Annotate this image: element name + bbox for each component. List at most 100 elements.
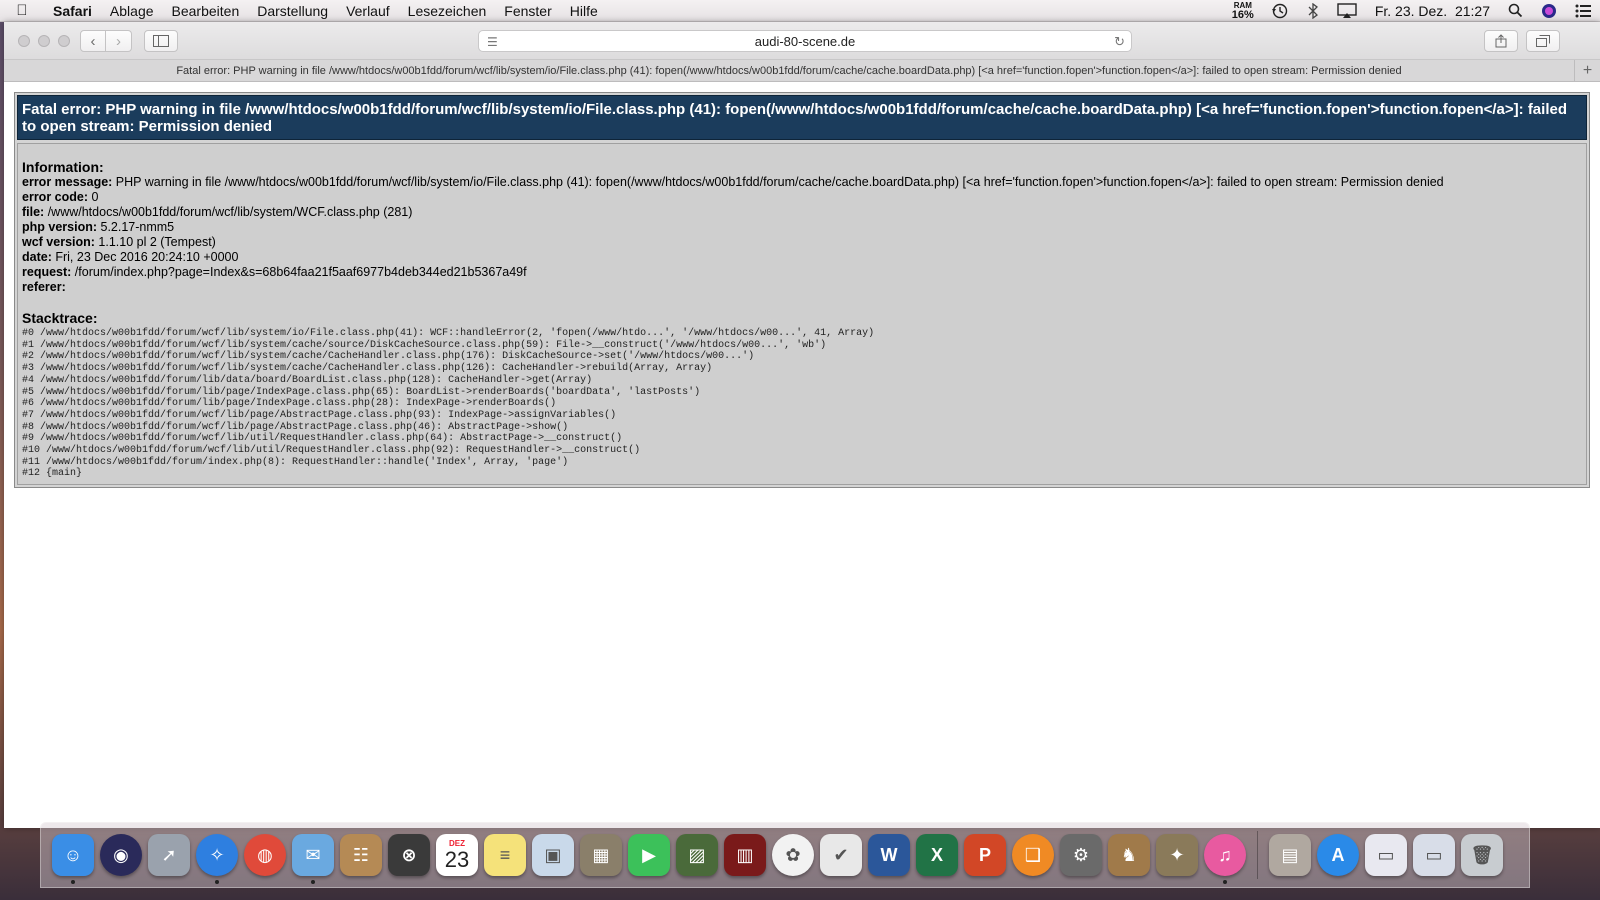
safari-icon[interactable]: ✧	[196, 834, 238, 884]
reload-icon[interactable]: ↻	[1114, 34, 1125, 50]
user-avatar-icon[interactable]	[1532, 0, 1566, 22]
error-title: Fatal error: PHP warning in file /www/ht…	[17, 95, 1587, 140]
dock-glyph: 🗑	[1470, 844, 1494, 865]
powerpoint-icon[interactable]: P	[964, 834, 1006, 876]
plus-icon: +	[1582, 62, 1593, 79]
page-content: Fatal error: PHP warning in file /www/ht…	[4, 82, 1600, 489]
documents-stack-icon[interactable]: ▭	[1365, 834, 1407, 876]
utility-icon[interactable]: ⊗	[388, 834, 430, 876]
info-field-value: /www/htdocs/w00b1fdd/forum/wcf/lib/syste…	[44, 205, 413, 219]
word-icon[interactable]: W	[868, 834, 910, 876]
minimize-window-button[interactable]	[38, 35, 50, 47]
notification-center-icon[interactable]	[1566, 0, 1600, 22]
forward-button[interactable]: ›	[106, 30, 132, 52]
notes-icon[interactable]: ≡	[484, 834, 526, 876]
menu-app-safari[interactable]: Safari	[44, 0, 101, 22]
stack-pictures-icon[interactable]: ▤	[1269, 834, 1311, 876]
menu-lesezeichen[interactable]: Lesezeichen	[399, 0, 496, 22]
menu-hilfe[interactable]: Hilfe	[561, 0, 607, 22]
reader-view-icon[interactable]: ☰	[487, 35, 498, 49]
menu-darstellung[interactable]: Darstellung	[248, 0, 337, 22]
browser-toolbar: ‹ › ☰ audi-80-scene.de ↻	[4, 22, 1600, 60]
stacktrace-line: #5 /www/htdocs/w00b1fdd/forum/lib/page/I…	[22, 386, 701, 398]
navigation-buttons: ‹ ›	[80, 30, 132, 52]
tab-overview-button[interactable]	[1526, 30, 1560, 52]
dock-glyph: ▥	[736, 844, 754, 865]
dock-glyph: ▦	[592, 844, 610, 865]
dock-separator	[1257, 831, 1258, 879]
menu-extras: RAM 16% Fr. 23. Dez. 21:27	[1224, 0, 1600, 22]
gimp-icon[interactable]: ✦	[1156, 834, 1198, 876]
launchpad-icon[interactable]: ➚	[148, 834, 190, 876]
calendar-icon[interactable]: DEZ 23	[436, 834, 478, 876]
airplay-icon[interactable]	[1328, 0, 1366, 22]
system-preferences-icon[interactable]: ⚙	[1060, 834, 1102, 876]
running-indicator	[215, 880, 219, 884]
excel-icon[interactable]: X	[916, 834, 958, 876]
running-indicator	[1223, 880, 1227, 884]
dock-glyph: ✦	[1169, 844, 1185, 865]
calculator-icon[interactable]: ▦	[580, 834, 622, 876]
stacktrace-line: #12 {main}	[22, 468, 83, 480]
sidebar-toggle-button[interactable]	[144, 30, 178, 52]
dock-glyph: ✉	[305, 844, 321, 865]
share-button[interactable]	[1484, 30, 1518, 52]
chess-icon[interactable]: ♞	[1108, 834, 1150, 876]
chevron-left-icon: ‹	[90, 32, 96, 50]
dock-glyph: ◉	[113, 844, 129, 865]
chevron-right-icon: ›	[116, 32, 121, 50]
downloads-stack-icon[interactable]: ▭	[1413, 834, 1455, 876]
dock-glyph: P	[978, 844, 991, 865]
stacktrace-line: #9 /www/htdocs/w00b1fdd/forum/wcf/lib/ut…	[22, 433, 623, 445]
apple-menu-icon[interactable]: 	[0, 2, 44, 19]
menu-fenster[interactable]: Fenster	[495, 0, 560, 22]
menu-verlauf[interactable]: Verlauf	[337, 0, 399, 22]
dock-glyph: ♞	[1120, 844, 1138, 865]
dock-glyph: ☷	[352, 844, 370, 865]
bluetooth-icon[interactable]	[1298, 0, 1328, 22]
stacktrace-line: #4 /www/htdocs/w00b1fdd/forum/lib/data/b…	[22, 374, 593, 386]
back-button[interactable]: ‹	[80, 30, 106, 52]
tasks-icon[interactable]: ✔	[820, 834, 862, 876]
info-field-label: file:	[22, 205, 45, 219]
new-tab-button[interactable]: +	[1574, 60, 1600, 82]
info-field-value: 5.2.17-nmm5	[97, 220, 175, 234]
safari-window: ‹ › ☰ audi-80-scene.de ↻ Fatal error: PH…	[4, 22, 1600, 828]
dock-glyph: ▭	[1377, 844, 1395, 865]
photo-booth-icon[interactable]: ▨	[676, 834, 718, 876]
spotlight-search-icon[interactable]	[1499, 0, 1532, 22]
close-window-button[interactable]	[18, 35, 30, 47]
preview-icon[interactable]: ▣	[532, 834, 574, 876]
dock-glyph: ⚙	[1072, 844, 1090, 865]
facetime-icon[interactable]: ▶	[628, 834, 670, 876]
active-tab-title[interactable]: Fatal error: PHP warning in file /www/ht…	[4, 60, 1574, 82]
ram-monitor[interactable]: RAM 16%	[1224, 1, 1262, 21]
zoom-window-button[interactable]	[58, 35, 70, 47]
info-field-label: date:	[22, 250, 52, 264]
itunes-icon[interactable]: ♫	[1204, 834, 1246, 884]
info-field: error message: PHP warning in file /www/…	[22, 175, 1582, 190]
info-field: referer:	[22, 280, 1582, 295]
information-heading: Information:	[22, 159, 104, 175]
ibooks-icon[interactable]: ❑	[1012, 834, 1054, 876]
clock-datetime[interactable]: Fr. 23. Dez. 21:27	[1366, 0, 1499, 22]
photos-icon[interactable]: ✿	[772, 834, 814, 876]
finder-icon[interactable]: ☺	[52, 834, 94, 884]
menu-bearbeiten[interactable]: Bearbeiten	[163, 0, 249, 22]
siri-icon[interactable]: ◉	[100, 834, 142, 876]
trash-icon[interactable]: 🗑	[1461, 834, 1503, 876]
menu-ablage[interactable]: Ablage	[101, 0, 163, 22]
chrome-icon[interactable]: ◍	[244, 834, 286, 876]
info-field-label: wcf version:	[22, 235, 95, 249]
menu-bar:  Safari Ablage Bearbeiten Darstellung V…	[0, 0, 1600, 22]
dock-glyph: ▭	[1425, 844, 1443, 865]
app-store-icon[interactable]: A	[1317, 834, 1359, 876]
dock-glyph: ⊗	[401, 844, 417, 865]
share-icon	[1495, 34, 1507, 48]
mail-icon[interactable]: ✉	[292, 834, 334, 884]
dock-glyph: ◍	[257, 844, 273, 865]
address-bar[interactable]: ☰ audi-80-scene.de ↻	[478, 30, 1132, 52]
time-machine-icon[interactable]	[1262, 0, 1298, 22]
contacts-icon[interactable]: ☷	[340, 834, 382, 876]
photo-viewer-icon[interactable]: ▥	[724, 834, 766, 876]
